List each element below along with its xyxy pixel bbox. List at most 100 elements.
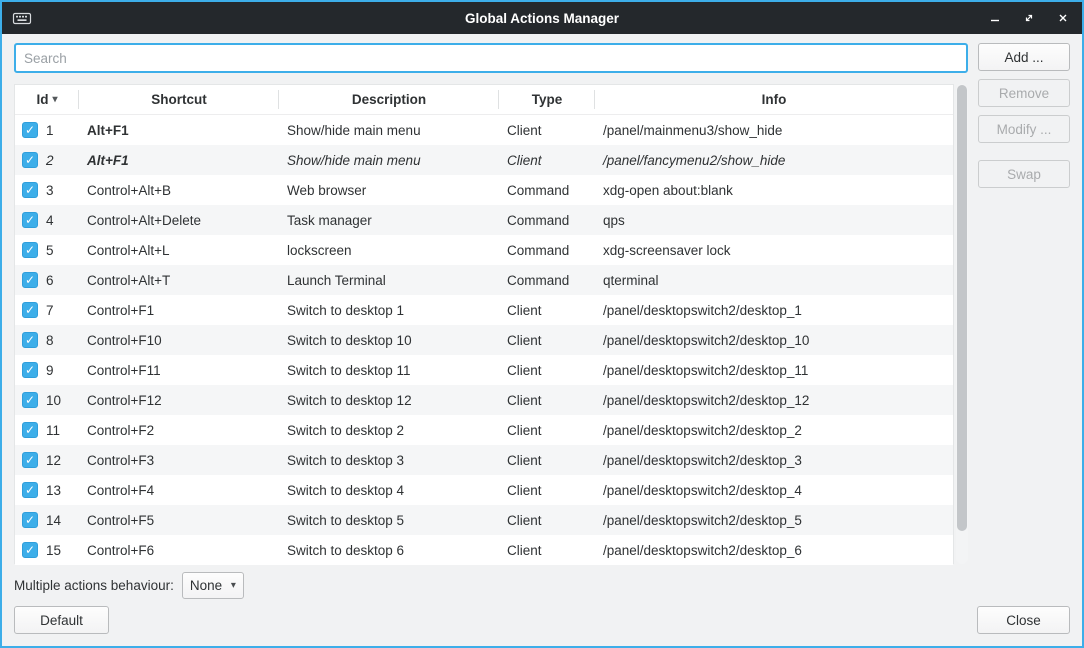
row-id-cell: ✓ 9 [15, 362, 79, 378]
swap-button[interactable]: Swap [978, 160, 1070, 188]
column-header-shortcut[interactable]: Shortcut [79, 85, 279, 114]
row-info: /panel/desktopswitch2/desktop_3 [595, 453, 953, 468]
row-checkbox[interactable]: ✓ [22, 362, 38, 378]
row-description: Task manager [279, 213, 499, 228]
column-header-info[interactable]: Info [595, 85, 953, 114]
row-shortcut: Control+F1 [79, 303, 279, 318]
table-row[interactable]: ✓ 13 Control+F4 Switch to desktop 4 Clie… [15, 475, 953, 505]
row-info: /panel/desktopswitch2/desktop_10 [595, 333, 953, 348]
row-checkbox[interactable]: ✓ [22, 122, 38, 138]
multiple-actions-dropdown[interactable]: None ▾ [182, 572, 244, 599]
row-description: Show/hide main menu [279, 153, 499, 168]
row-id: 1 [46, 123, 54, 138]
table-row[interactable]: ✓ 6 Control+Alt+T Launch Terminal Comman… [15, 265, 953, 295]
table-row[interactable]: ✓ 14 Control+F5 Switch to desktop 5 Clie… [15, 505, 953, 535]
row-type: Client [499, 333, 595, 348]
table-row[interactable]: ✓ 8 Control+F10 Switch to desktop 10 Cli… [15, 325, 953, 355]
row-info: qps [595, 213, 953, 228]
table-row[interactable]: ✓ 10 Control+F12 Switch to desktop 12 Cl… [15, 385, 953, 415]
row-shortcut: Control+F2 [79, 423, 279, 438]
row-info: /panel/desktopswitch2/desktop_6 [595, 543, 953, 558]
table-row[interactable]: ✓ 9 Control+F11 Switch to desktop 11 Cli… [15, 355, 953, 385]
row-checkbox[interactable]: ✓ [22, 512, 38, 528]
search-input[interactable] [14, 43, 968, 73]
scrollbar-thumb[interactable] [957, 85, 967, 531]
row-type: Command [499, 243, 595, 258]
row-info: /panel/desktopswitch2/desktop_12 [595, 393, 953, 408]
actions-table: Id ▾ Shortcut Description Type Info ✓ 1 … [14, 84, 968, 564]
row-id-cell: ✓ 1 [15, 122, 79, 138]
row-checkbox[interactable]: ✓ [22, 452, 38, 468]
window-content: Id ▾ Shortcut Description Type Info ✓ 1 … [2, 34, 1082, 646]
row-checkbox[interactable]: ✓ [22, 332, 38, 348]
row-description: Switch to desktop 11 [279, 363, 499, 378]
row-description: Web browser [279, 183, 499, 198]
row-checkbox[interactable]: ✓ [22, 152, 38, 168]
titlebar[interactable]: Global Actions Manager [2, 2, 1082, 34]
maximize-button[interactable] [1020, 9, 1038, 27]
row-checkbox[interactable]: ✓ [22, 392, 38, 408]
row-checkbox[interactable]: ✓ [22, 242, 38, 258]
row-id-cell: ✓ 4 [15, 212, 79, 228]
table-row[interactable]: ✓ 1 Alt+F1 Show/hide main menu Client /p… [15, 115, 953, 145]
table-header: Id ▾ Shortcut Description Type Info [15, 85, 953, 115]
keyboard-icon [12, 8, 32, 28]
row-shortcut: Control+Alt+T [79, 273, 279, 288]
row-info: /panel/fancymenu2/show_hide [595, 153, 953, 168]
close-button[interactable] [1054, 9, 1072, 27]
table-row[interactable]: ✓ 11 Control+F2 Switch to desktop 2 Clie… [15, 415, 953, 445]
row-id-cell: ✓ 10 [15, 392, 79, 408]
row-info: xdg-open about:blank [595, 183, 953, 198]
chevron-down-icon: ▾ [231, 580, 236, 591]
row-checkbox[interactable]: ✓ [22, 212, 38, 228]
row-shortcut: Control+F10 [79, 333, 279, 348]
row-type: Client [499, 543, 595, 558]
row-checkbox[interactable]: ✓ [22, 182, 38, 198]
table-row[interactable]: ✓ 15 Control+F6 Switch to desktop 6 Clie… [15, 535, 953, 565]
row-type: Client [499, 453, 595, 468]
table-row[interactable]: ✓ 4 Control+Alt+Delete Task manager Comm… [15, 205, 953, 235]
row-info: /panel/mainmenu3/show_hide [595, 123, 953, 138]
row-type: Client [499, 513, 595, 528]
row-checkbox[interactable]: ✓ [22, 302, 38, 318]
close-dialog-button[interactable]: Close [977, 606, 1070, 634]
default-button[interactable]: Default [14, 606, 109, 634]
row-info: /panel/desktopswitch2/desktop_5 [595, 513, 953, 528]
table-row[interactable]: ✓ 3 Control+Alt+B Web browser Command xd… [15, 175, 953, 205]
multiple-actions-row: Multiple actions behaviour: None ▾ [14, 572, 1070, 599]
row-shortcut: Control+F11 [79, 363, 279, 378]
window-controls [986, 9, 1072, 27]
row-description: lockscreen [279, 243, 499, 258]
row-id: 4 [46, 213, 54, 228]
row-shortcut: Control+F5 [79, 513, 279, 528]
row-id: 13 [46, 483, 61, 498]
row-info: /panel/desktopswitch2/desktop_11 [595, 363, 953, 378]
remove-button[interactable]: Remove [978, 79, 1070, 107]
action-buttons-panel: Add ... Remove Modify ... Swap [978, 43, 1070, 564]
row-checkbox[interactable]: ✓ [22, 542, 38, 558]
row-id-cell: ✓ 5 [15, 242, 79, 258]
table-row[interactable]: ✓ 7 Control+F1 Switch to desktop 1 Clien… [15, 295, 953, 325]
row-type: Client [499, 363, 595, 378]
row-shortcut: Control+F12 [79, 393, 279, 408]
minimize-button[interactable] [986, 9, 1004, 27]
modify-button[interactable]: Modify ... [978, 115, 1070, 143]
table-row[interactable]: ✓ 5 Control+Alt+L lockscreen Command xdg… [15, 235, 953, 265]
row-checkbox[interactable]: ✓ [22, 482, 38, 498]
row-description: Switch to desktop 6 [279, 543, 499, 558]
vertical-scrollbar[interactable] [956, 84, 968, 564]
row-id: 9 [46, 363, 54, 378]
row-shortcut: Alt+F1 [79, 123, 279, 138]
table-row[interactable]: ✓ 2 Alt+F1 Show/hide main menu Client /p… [15, 145, 953, 175]
row-type: Client [499, 153, 595, 168]
row-type: Client [499, 123, 595, 138]
column-header-type[interactable]: Type [499, 85, 595, 114]
row-checkbox[interactable]: ✓ [22, 272, 38, 288]
column-header-id[interactable]: Id ▾ [15, 85, 79, 114]
row-checkbox[interactable]: ✓ [22, 422, 38, 438]
table-row[interactable]: ✓ 12 Control+F3 Switch to desktop 3 Clie… [15, 445, 953, 475]
column-header-description[interactable]: Description [279, 85, 499, 114]
row-type: Command [499, 273, 595, 288]
row-description: Launch Terminal [279, 273, 499, 288]
add-button[interactable]: Add ... [978, 43, 1070, 71]
